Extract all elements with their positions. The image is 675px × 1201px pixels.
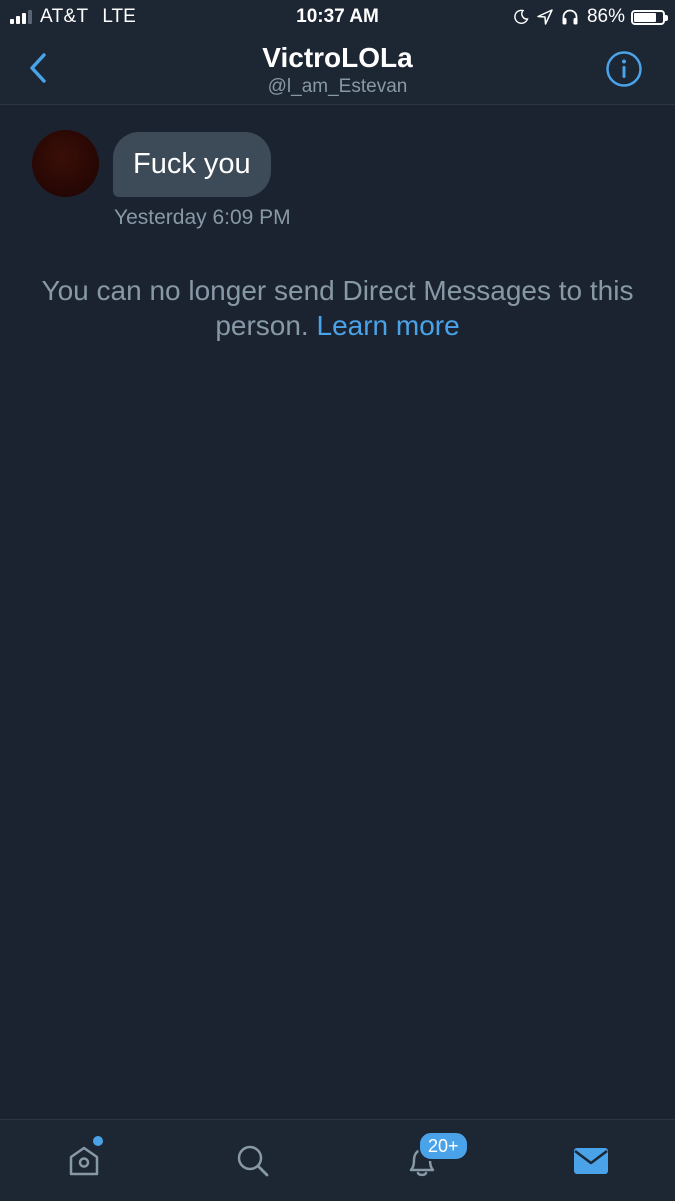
learn-more-link[interactable]: Learn more: [317, 310, 460, 341]
moon-icon: [514, 9, 529, 24]
info-icon: [606, 51, 642, 87]
tab-notifications[interactable]: 20+: [338, 1120, 506, 1201]
sender-avatar[interactable]: [32, 130, 99, 197]
headphones-icon: [562, 9, 578, 25]
home-new-dot: [93, 1136, 103, 1146]
tab-search[interactable]: [169, 1120, 337, 1201]
message-text: Fuck you: [133, 148, 251, 180]
contact-handle[interactable]: @l_am_Estevan: [0, 76, 675, 98]
contact-name[interactable]: VictroLOLa: [0, 42, 675, 74]
battery-percent: 86%: [586, 6, 625, 27]
notification-count-badge: 20+: [418, 1131, 469, 1161]
tab-messages[interactable]: [507, 1120, 675, 1201]
screen: AT&T LTE 10:37 AM 86% VictroLOLa @l_am_E…: [0, 0, 675, 1201]
message-bubble[interactable]: Fuck you: [113, 132, 271, 197]
status-bar: AT&T LTE 10:37 AM 86%: [0, 0, 675, 34]
conversation-info-button[interactable]: [605, 50, 643, 88]
message-timestamp: Yesterday 6:09 PM: [114, 206, 291, 229]
status-right: 86%: [513, 6, 668, 28]
tab-home[interactable]: [0, 1120, 168, 1201]
envelope-icon: [574, 1147, 608, 1174]
home-icon: [69, 1146, 99, 1175]
battery-level: [634, 12, 656, 22]
dm-blocked-notice: You can no longer send Direct Messages t…: [20, 273, 655, 343]
tab-bar: 20+: [0, 1119, 675, 1201]
search-icon: [237, 1145, 269, 1176]
conversation-header: VictroLOLa @l_am_Estevan: [0, 34, 675, 105]
location-arrow-icon: [537, 9, 553, 25]
battery-icon: [631, 9, 668, 25]
